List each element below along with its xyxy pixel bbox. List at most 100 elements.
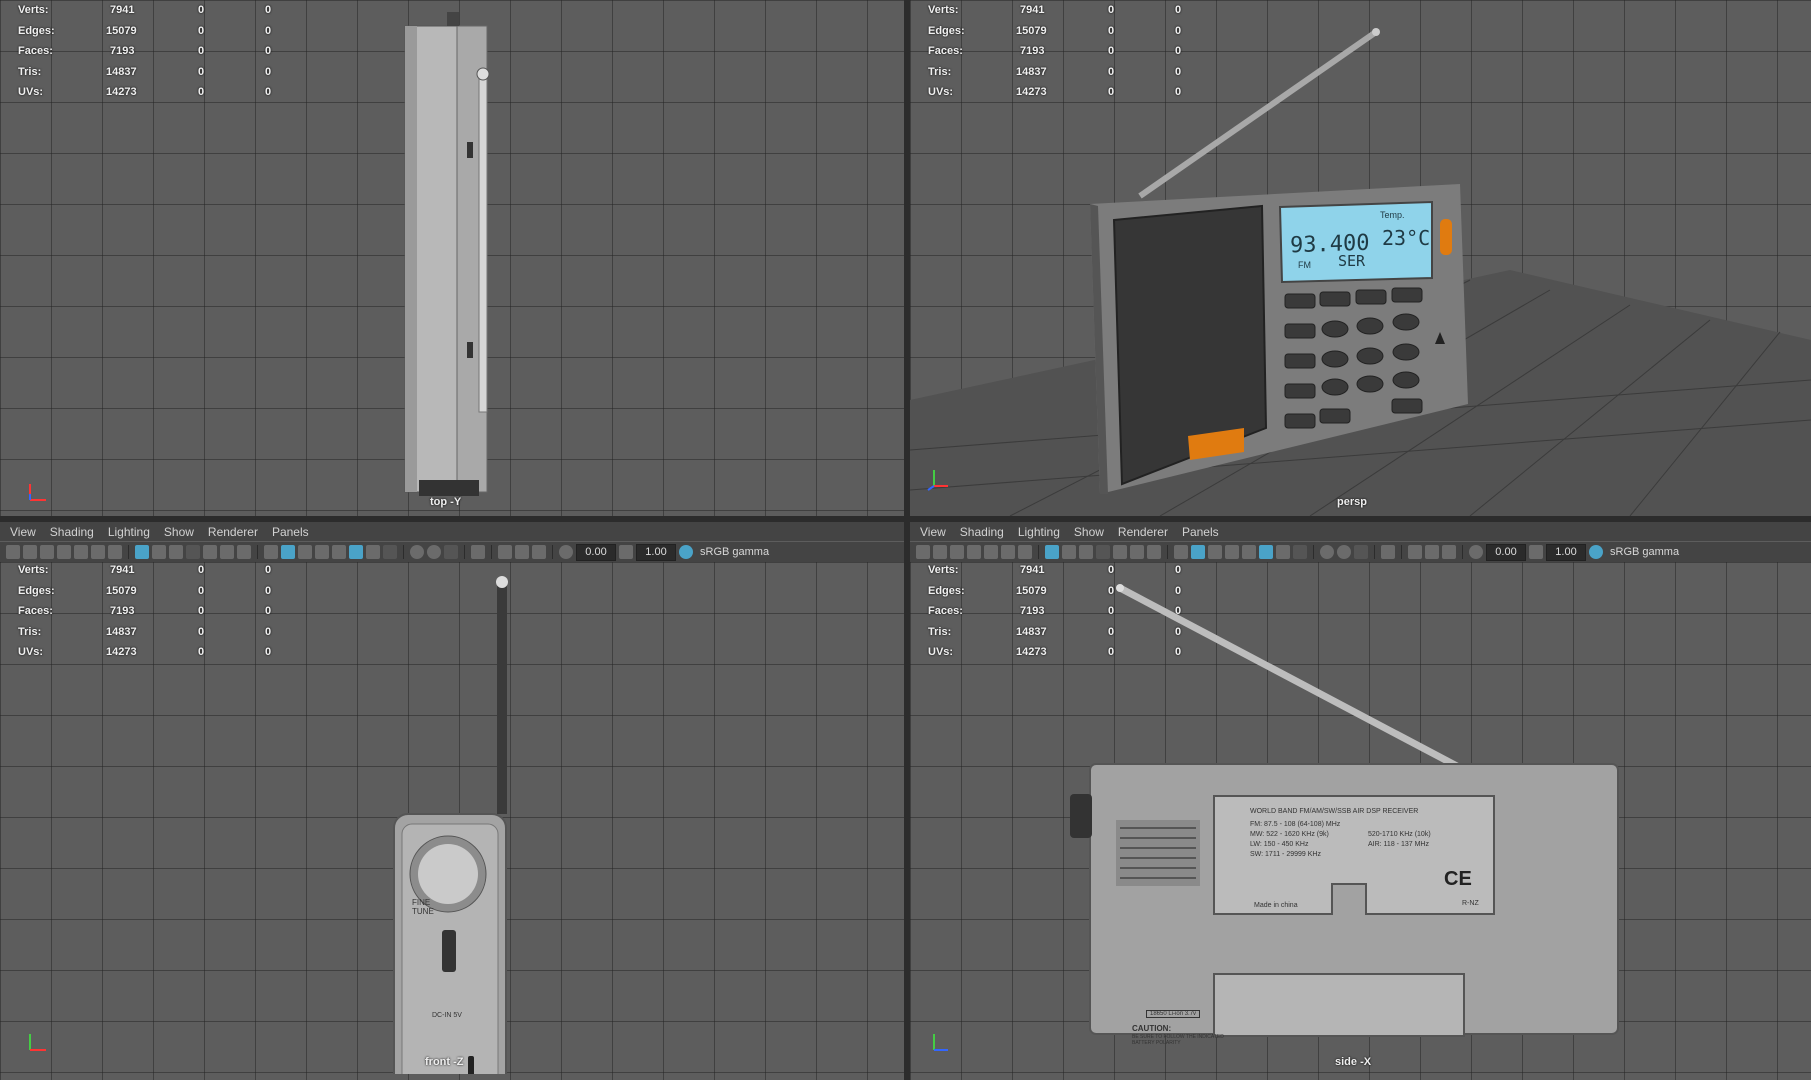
menu-lighting[interactable]: Lighting — [98, 525, 150, 539]
wireframe-on-shaded-icon[interactable] — [1208, 545, 1222, 559]
viewport-side[interactable]: View Shading Lighting Show Renderer Pane… — [910, 522, 1811, 1080]
camera-label: persp — [1337, 496, 1367, 508]
color-management-icon[interactable] — [679, 545, 693, 559]
textured-icon[interactable] — [1225, 545, 1239, 559]
wireframe-on-shaded-icon[interactable] — [298, 545, 312, 559]
menu-show[interactable]: Show — [154, 525, 194, 539]
anti-aliasing-icon[interactable] — [427, 545, 441, 559]
ambient-occlusion-icon[interactable] — [383, 545, 397, 559]
isolate-select-icon[interactable] — [471, 545, 485, 559]
depth-of-field-icon[interactable] — [1354, 545, 1368, 559]
resolution-gate-icon[interactable] — [169, 545, 183, 559]
camera-icon[interactable] — [916, 545, 930, 559]
gamma-field[interactable]: 1.00 — [1546, 543, 1586, 561]
wireframe-icon[interactable] — [1174, 545, 1188, 559]
xray-joints-icon[interactable] — [1408, 545, 1422, 559]
radio-model-front[interactable] — [390, 574, 520, 1074]
film-gate-icon[interactable] — [152, 545, 166, 559]
lights-icon[interactable] — [1242, 545, 1256, 559]
gamma-field[interactable]: 1.00 — [636, 543, 676, 561]
panel-menubar: View Shading Lighting Show Renderer Pane… — [0, 522, 904, 541]
xray-joints-icon[interactable] — [498, 545, 512, 559]
image-plane-icon[interactable] — [57, 545, 71, 559]
pencil-icon[interactable] — [108, 545, 122, 559]
motion-blur-icon[interactable] — [410, 545, 424, 559]
shadows-icon[interactable] — [366, 545, 380, 559]
safe-title-icon[interactable] — [237, 545, 251, 559]
anti-aliasing-icon[interactable] — [1337, 545, 1351, 559]
gate-mask-icon[interactable] — [186, 545, 200, 559]
film-gate-icon[interactable] — [1062, 545, 1076, 559]
viewport-top[interactable]: Verts: 7941 0 0 Edges: 15079 0 0 Faces: 7193 0 0 … — [0, 0, 904, 516]
textured-icon[interactable] — [315, 545, 329, 559]
gate-mask-icon[interactable] — [1096, 545, 1110, 559]
grease-pencil-icon[interactable] — [984, 545, 998, 559]
radio-model-side[interactable] — [1070, 584, 1630, 1074]
field-chart-icon[interactable] — [1113, 545, 1127, 559]
camera-label: top -Y — [430, 496, 462, 508]
menu-panels[interactable]: Panels — [1172, 525, 1219, 539]
xray-active-icon[interactable] — [515, 545, 529, 559]
depth-of-field-icon[interactable] — [444, 545, 458, 559]
shadows-icon[interactable] — [1276, 545, 1290, 559]
poly-count-hud: Verts: 7941 0 0 Edges: 15079 0 0 Faces: 7193 0 0 … — [18, 4, 278, 107]
exposure-icon[interactable] — [559, 545, 573, 559]
xray-icon[interactable] — [1259, 545, 1273, 559]
field-chart-icon[interactable] — [203, 545, 217, 559]
xray-icon[interactable] — [349, 545, 363, 559]
camera-attr-icon[interactable] — [23, 545, 37, 559]
safe-action-icon[interactable] — [1130, 545, 1144, 559]
view-transform-label[interactable]: sRGB gamma — [1610, 546, 1679, 558]
hud-row-edges: Edges: 15079 0 0 — [18, 584, 272, 597]
radio-model-top[interactable] — [395, 12, 505, 504]
camera-icon[interactable] — [6, 545, 20, 559]
grease-pencil-icon[interactable] — [74, 545, 88, 559]
toolbar-separator — [552, 545, 553, 559]
exposure-icon[interactable] — [1469, 545, 1483, 559]
viewport-front[interactable]: View Shading Lighting Show Renderer Pane… — [0, 522, 904, 1080]
resolution-gate-icon[interactable] — [1079, 545, 1093, 559]
axis-gizmo — [26, 1028, 52, 1054]
lock-camera-icon[interactable] — [91, 545, 105, 559]
backface-cull-icon[interactable] — [532, 545, 546, 559]
ambient-occlusion-icon[interactable] — [1293, 545, 1307, 559]
menu-lighting[interactable]: Lighting — [1008, 525, 1060, 539]
smooth-shade-icon[interactable] — [1191, 545, 1205, 559]
camera-attr-icon[interactable] — [933, 545, 947, 559]
viewport-persp[interactable]: Verts: 7941 0 0 Edges: 15079 0 0 Faces: 7193 0 0 … — [910, 0, 1811, 516]
grid-toggle-icon[interactable] — [1045, 545, 1059, 559]
bookmark-icon[interactable] — [40, 545, 54, 559]
menu-shading[interactable]: Shading — [950, 525, 1004, 539]
gamma-icon[interactable] — [1529, 545, 1543, 559]
menu-renderer[interactable]: Renderer — [1108, 525, 1168, 539]
axis-gizmo — [26, 478, 52, 504]
wireframe-icon[interactable] — [264, 545, 278, 559]
gamma-icon[interactable] — [619, 545, 633, 559]
backface-cull-icon[interactable] — [1442, 545, 1456, 559]
grid-toggle-icon[interactable] — [135, 545, 149, 559]
lights-icon[interactable] — [332, 545, 346, 559]
safe-action-icon[interactable] — [220, 545, 234, 559]
image-plane-icon[interactable] — [967, 545, 981, 559]
view-transform-label[interactable]: sRGB gamma — [700, 546, 769, 558]
menu-shading[interactable]: Shading — [40, 525, 94, 539]
safe-title-icon[interactable] — [1147, 545, 1161, 559]
xray-active-icon[interactable] — [1425, 545, 1439, 559]
menu-panels[interactable]: Panels — [262, 525, 309, 539]
exposure-field[interactable]: 0.00 — [576, 543, 616, 561]
radio-caution-label: CAUTION: — [1132, 1024, 1172, 1033]
radio-made-in: Made in china — [1254, 902, 1298, 909]
color-management-icon[interactable] — [1589, 545, 1603, 559]
lock-camera-icon[interactable] — [1001, 545, 1015, 559]
menu-renderer[interactable]: Renderer — [198, 525, 258, 539]
panel-menubar: View Shading Lighting Show Renderer Pane… — [910, 522, 1811, 541]
exposure-field[interactable]: 0.00 — [1486, 543, 1526, 561]
menu-show[interactable]: Show — [1064, 525, 1104, 539]
menu-view[interactable]: View — [0, 525, 36, 539]
isolate-select-icon[interactable] — [1381, 545, 1395, 559]
menu-view[interactable]: View — [910, 525, 946, 539]
bookmark-icon[interactable] — [950, 545, 964, 559]
smooth-shade-icon[interactable] — [281, 545, 295, 559]
pencil-icon[interactable] — [1018, 545, 1032, 559]
motion-blur-icon[interactable] — [1320, 545, 1334, 559]
